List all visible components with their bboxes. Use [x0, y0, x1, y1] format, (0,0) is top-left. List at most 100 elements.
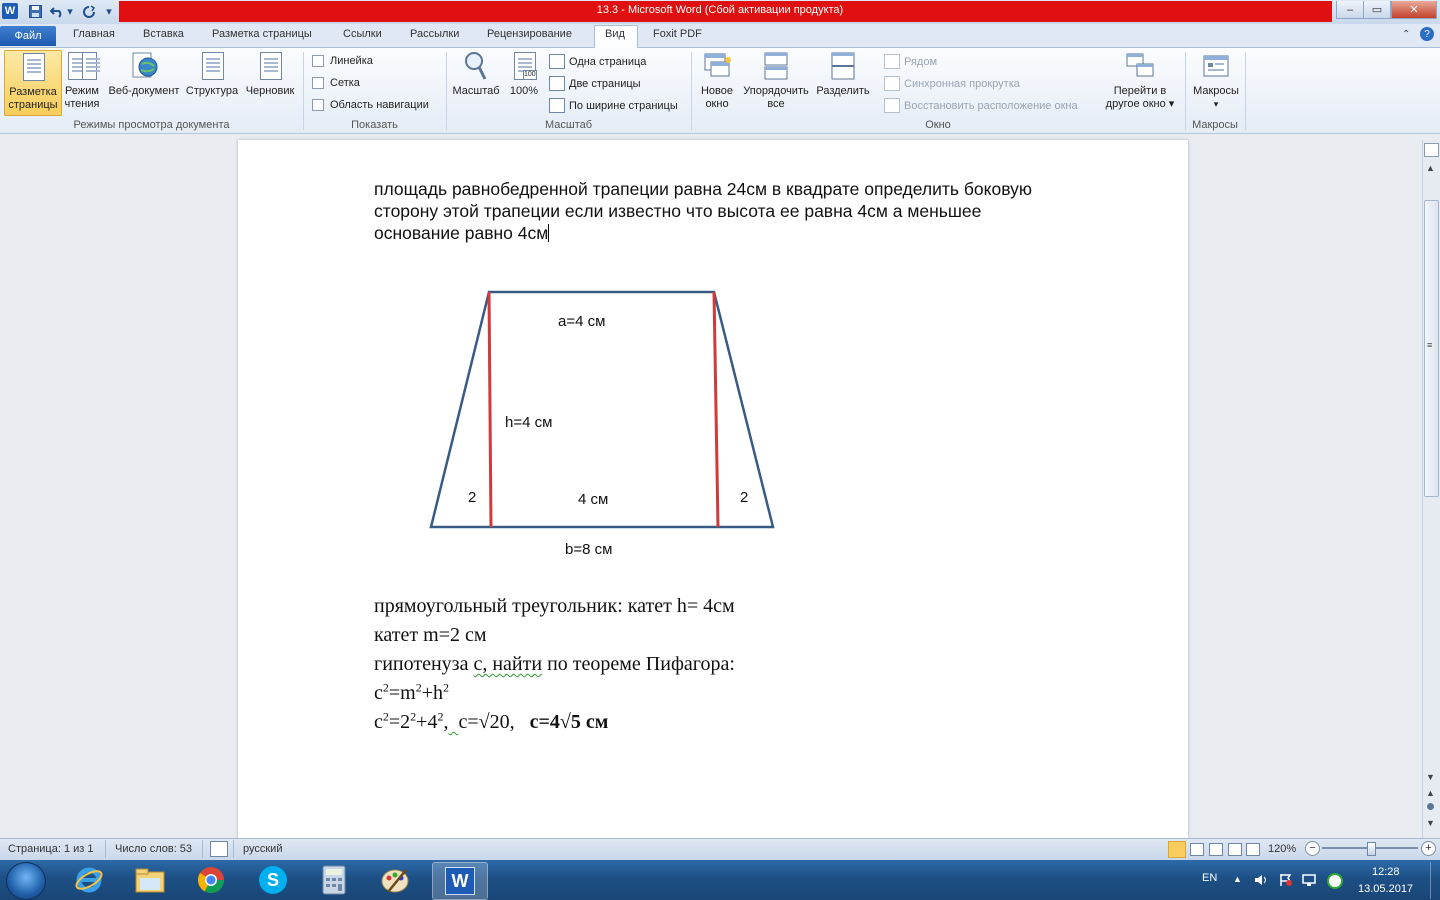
maximize-button[interactable]: ▭ [1363, 1, 1391, 19]
browse-object-icon[interactable] [1427, 803, 1434, 810]
draft-button[interactable]: Черновик [242, 50, 298, 98]
scroll-up-button[interactable]: ▲ [1426, 163, 1435, 173]
scroll-down-button[interactable]: ▼ [1426, 772, 1435, 782]
tray-app-icon[interactable] [1327, 873, 1343, 889]
web-layout-button[interactable]: Веб-документ [105, 50, 183, 98]
tab-file[interactable]: Файл [0, 26, 56, 46]
undo-dropdown-icon[interactable]: ▾ [66, 3, 74, 20]
new-window-button[interactable]: Новое окно [696, 50, 738, 111]
print-layout-icon [23, 53, 45, 81]
group-label-macros: Макросы [1192, 119, 1238, 131]
help-icon[interactable]: ? [1420, 27, 1434, 41]
view-draft-icon[interactable] [1246, 843, 1260, 856]
group-separator [1245, 52, 1246, 130]
show-desktop-button[interactable] [1430, 862, 1440, 899]
zoom-out-button[interactable]: − [1305, 841, 1320, 856]
solution-text[interactable]: прямоугольный треугольник: катет h= 4см … [374, 592, 1074, 737]
navigation-pane-checkbox[interactable]: Область навигации [312, 99, 429, 111]
side-by-side-button[interactable]: Рядом [884, 54, 937, 69]
problem-text[interactable]: площадь равнобедренной трапеции равна 24… [374, 178, 1134, 244]
formula-result: c2=22+42, c=√20, c=4√5 см [374, 709, 609, 733]
zoom-in-button[interactable]: + [1421, 841, 1436, 856]
magnifier-icon [461, 50, 491, 82]
close-button[interactable]: ✕ [1391, 1, 1437, 19]
view-outline-icon[interactable] [1228, 843, 1242, 856]
network-icon[interactable] [1302, 873, 1318, 890]
language-indicator[interactable]: EN [1202, 872, 1217, 884]
page-width-button[interactable]: По ширине страницы [549, 98, 678, 113]
outline-button[interactable]: Структура [184, 50, 240, 98]
undo-icon[interactable] [48, 3, 65, 20]
floppy-icon[interactable] [27, 3, 44, 20]
clock-time[interactable]: 12:28 [1372, 866, 1400, 878]
chrome-icon[interactable] [184, 862, 238, 898]
grid-checkbox[interactable]: Сетка [312, 77, 360, 89]
paint-icon[interactable] [368, 862, 422, 898]
checkbox-box [312, 77, 324, 89]
solution-line: катет m=2 см [374, 624, 487, 646]
switch-windows-button[interactable]: Перейти в другое окно ▾ [1100, 50, 1180, 111]
calculator-icon[interactable] [307, 862, 361, 898]
view-reading-icon[interactable] [1190, 843, 1204, 856]
show-hidden-icons-icon[interactable]: ▲ [1233, 874, 1242, 884]
split-window-icon [828, 50, 858, 82]
tab-insert[interactable]: Вставка [143, 28, 184, 40]
tab-references[interactable]: Ссылки [343, 28, 382, 40]
checkbox-box [312, 55, 324, 67]
status-language[interactable]: русский [243, 843, 282, 855]
clock-date[interactable]: 13.05.2017 [1358, 883, 1413, 895]
one-page-icon [549, 54, 565, 69]
start-orb-icon[interactable] [6, 862, 46, 900]
scroll-thumb-grip-icon: ≡ [1427, 340, 1433, 350]
reset-window-position-button[interactable]: Восстановить расположение окна [884, 98, 1078, 113]
two-pages-button[interactable]: Две страницы [549, 76, 641, 91]
one-page-button[interactable]: Одна страница [549, 54, 646, 69]
view-print-layout-icon[interactable] [1168, 841, 1186, 858]
redo-icon[interactable] [80, 3, 97, 20]
tab-page-layout[interactable]: Разметка страницы [212, 28, 312, 40]
status-separator [202, 840, 203, 858]
ruler-checkbox[interactable]: Линейка [312, 55, 373, 67]
tab-mailings[interactable]: Рассылки [410, 28, 459, 40]
minimize-ribbon-icon[interactable]: ⌃ [1402, 29, 1410, 40]
sync-scroll-button[interactable]: Синхронная прокрутка [884, 76, 1020, 91]
label-middle-segment: 4 см [578, 491, 609, 508]
zoom-slider-thumb[interactable] [1367, 842, 1376, 856]
split-button[interactable]: Разделить [814, 50, 872, 98]
macros-button[interactable]: Макросы ▾ [1190, 50, 1242, 111]
tab-view[interactable]: Вид [605, 28, 625, 40]
macros-icon [1201, 50, 1231, 82]
tab-foxit-pdf[interactable]: Foxit PDF [653, 28, 702, 40]
status-separator [105, 840, 106, 858]
internet-explorer-icon[interactable] [62, 862, 116, 898]
status-word-count[interactable]: Число слов: 53 [115, 843, 192, 855]
file-explorer-icon[interactable] [123, 862, 177, 898]
tab-review[interactable]: Рецензирование [487, 28, 572, 40]
zoom-level[interactable]: 120% [1268, 843, 1296, 855]
skype-icon[interactable]: S [246, 862, 300, 898]
word-app-icon[interactable]: W [2, 3, 18, 19]
tab-home[interactable]: Главная [73, 28, 115, 40]
spelling-flag: с, найти [473, 653, 543, 675]
label-left-segment: 2 [468, 489, 477, 506]
action-center-flag-icon[interactable] [1279, 873, 1293, 890]
arrange-all-icon [761, 50, 791, 82]
view-web-icon[interactable] [1209, 843, 1223, 856]
previous-page-button[interactable]: ▲ [1426, 788, 1435, 798]
volume-icon[interactable] [1254, 874, 1268, 889]
word-icon[interactable]: W [432, 862, 488, 900]
customize-qat-icon[interactable]: ▾ [104, 3, 114, 20]
proofing-icon[interactable] [210, 841, 228, 857]
next-page-button[interactable]: ▼ [1426, 818, 1435, 828]
minimize-button[interactable]: – [1336, 1, 1364, 19]
print-layout-button[interactable]: Разметка страницы [4, 50, 62, 116]
status-page-count[interactable]: Страница: 1 из 1 [8, 843, 94, 855]
label-top-base: a=4 см [558, 313, 606, 330]
zoom-100-button[interactable]: 100 100% [506, 50, 542, 98]
zoom-button[interactable]: Масштаб [450, 50, 502, 98]
reading-mode-button[interactable]: Режим чтения [62, 50, 102, 111]
arrange-all-button[interactable]: Упорядочить все [739, 50, 813, 111]
status-separator [233, 840, 234, 858]
ruler-toggle-icon[interactable] [1424, 143, 1439, 157]
answer-text: c=4√5 см [529, 711, 609, 733]
